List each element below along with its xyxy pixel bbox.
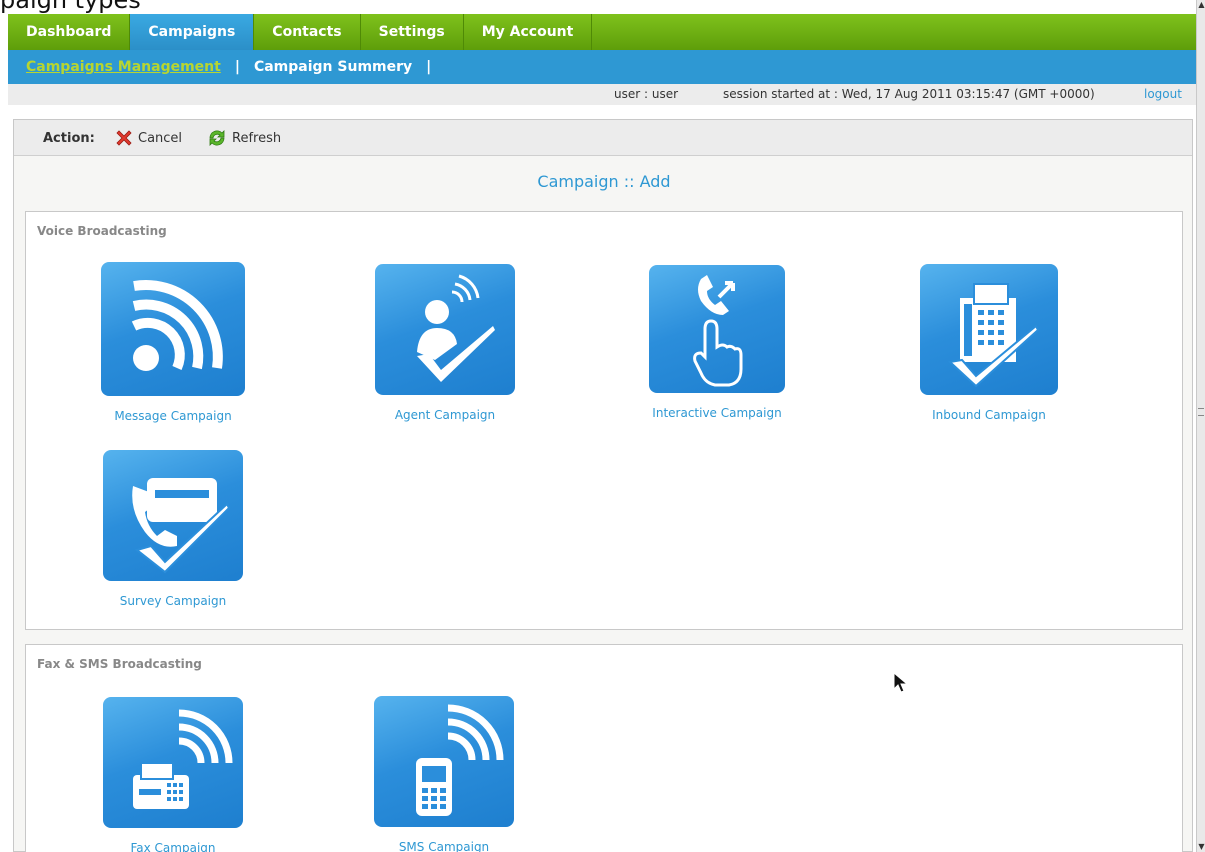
- tab-my-account[interactable]: My Account: [464, 14, 593, 50]
- logout-link[interactable]: logout: [1144, 87, 1182, 101]
- action-bar: Action: Cancel Refresh: [14, 120, 1192, 156]
- subnav-separator: |: [426, 59, 432, 75]
- cancel-button[interactable]: Cancel: [114, 128, 182, 148]
- content-panel: Action: Cancel Refresh Campaign :: Add V…: [13, 119, 1193, 852]
- tile-label: Survey Campaign: [119, 594, 227, 608]
- section-title: Voice Broadcasting: [37, 224, 167, 238]
- scroll-up-arrow-icon[interactable]: ▲: [1197, 0, 1205, 10]
- refresh-button[interactable]: Refresh: [206, 128, 281, 148]
- phone-check-icon: [103, 450, 243, 581]
- tab-campaigns[interactable]: Campaigns: [130, 14, 255, 50]
- page-heading: Campaign :: Add: [537, 172, 671, 191]
- voice-broadcasting-section: Voice Broadcasting Message Campaign Agen…: [25, 211, 1183, 630]
- phone-press-icon: [649, 265, 785, 393]
- sub-nav: Campaigns Management | Campaign Summery …: [8, 50, 1196, 84]
- tile-label: Interactive Campaign: [652, 406, 782, 420]
- action-label: Action:: [43, 131, 95, 146]
- tile-label: SMS Campaign: [398, 840, 490, 852]
- fax-campaign-tile[interactable]: Fax Campaign: [103, 697, 243, 852]
- page-title-fragment: paign types: [0, 0, 141, 14]
- interactive-campaign-tile[interactable]: Interactive Campaign: [649, 265, 785, 420]
- scroll-down-arrow-icon[interactable]: ▼: [1197, 842, 1205, 852]
- sms-campaign-tile[interactable]: SMS Campaign: [374, 696, 514, 852]
- section-title: Fax & SMS Broadcasting: [37, 657, 202, 671]
- main-nav: Dashboard Campaigns Contacts Settings My…: [8, 14, 1196, 50]
- vertical-scrollbar[interactable]: ▲ ▼: [1196, 0, 1205, 852]
- cancel-label: Cancel: [138, 130, 183, 146]
- inbound-campaign-tile[interactable]: Inbound Campaign: [919, 264, 1059, 422]
- tile-label: Fax Campaign: [130, 841, 216, 852]
- fax-sms-broadcasting-section: Fax & SMS Broadcasting Fax Campaign SMS …: [25, 644, 1183, 852]
- broadcast-waves-icon: [101, 262, 245, 396]
- survey-campaign-tile[interactable]: Survey Campaign: [103, 450, 243, 608]
- mobile-waves-icon: [374, 696, 514, 827]
- desk-phone-check-icon: [920, 264, 1058, 395]
- agent-campaign-tile[interactable]: Agent Campaign: [375, 264, 515, 422]
- subnav-campaign-summery[interactable]: Campaign Summery: [254, 59, 412, 75]
- subnav-campaigns-management[interactable]: Campaigns Management: [26, 59, 221, 75]
- subnav-separator: |: [234, 59, 240, 75]
- message-campaign-tile[interactable]: Message Campaign: [100, 262, 246, 423]
- tile-label: Agent Campaign: [394, 408, 496, 422]
- refresh-icon: [209, 130, 225, 146]
- tab-settings[interactable]: Settings: [361, 14, 464, 50]
- session-label: session started at : Wed, 17 Aug 2011 03…: [723, 87, 1095, 101]
- cancel-icon: [116, 130, 132, 146]
- user-label: user : user: [614, 87, 679, 101]
- tab-contacts[interactable]: Contacts: [254, 14, 361, 50]
- user-bar: user : user session started at : Wed, 17…: [8, 84, 1196, 105]
- tile-label: Inbound Campaign: [932, 408, 1046, 422]
- refresh-label: Refresh: [232, 130, 282, 146]
- agent-check-icon: [375, 264, 515, 395]
- mouse-pointer-icon: [893, 672, 909, 693]
- tile-label: Message Campaign: [114, 409, 232, 423]
- scroll-grip-icon[interactable]: [1198, 408, 1204, 416]
- fax-waves-icon: [103, 697, 243, 828]
- tab-dashboard[interactable]: Dashboard: [8, 14, 131, 50]
